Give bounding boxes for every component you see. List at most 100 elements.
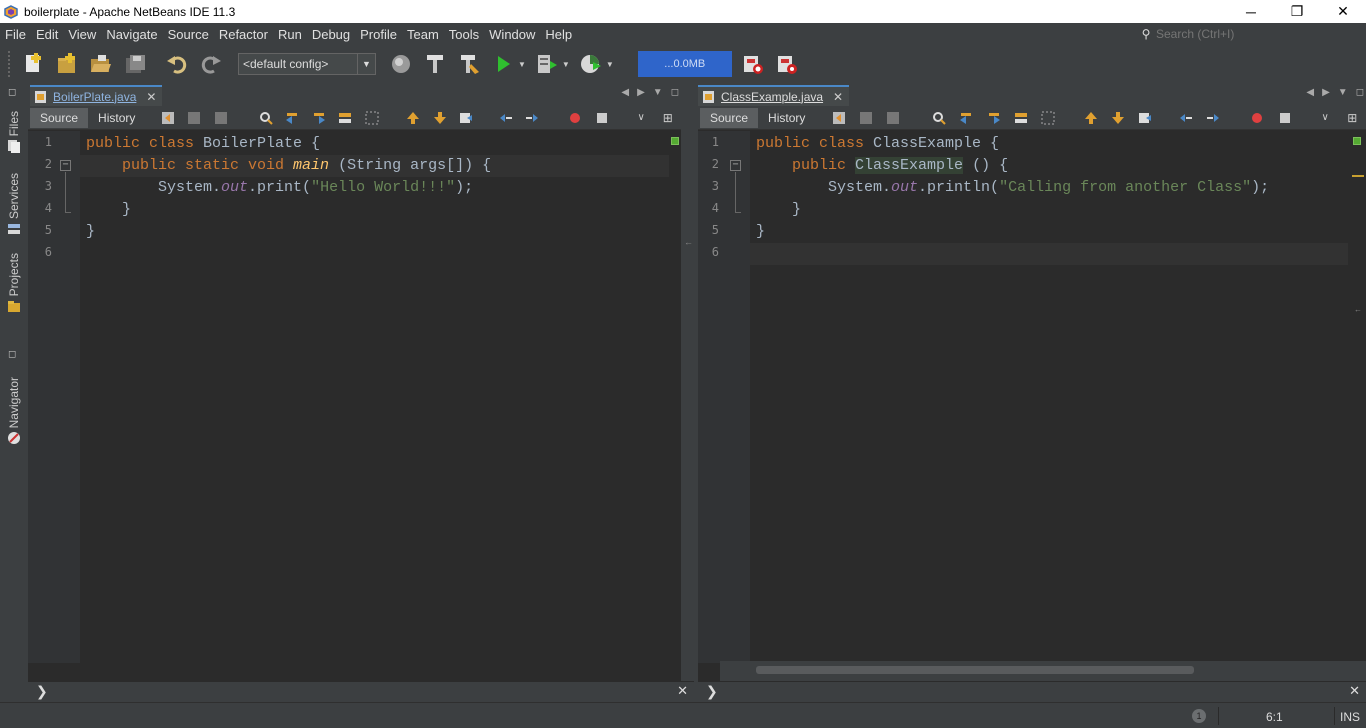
save-all-icon[interactable]: [120, 49, 150, 79]
navigator-tab[interactable]: Navigator: [3, 377, 25, 445]
new-project-icon[interactable]: [52, 49, 82, 79]
history-tab[interactable]: History: [88, 108, 145, 128]
globe-icon[interactable]: [386, 49, 416, 79]
close-window-button[interactable]: ✕: [1320, 0, 1366, 23]
next-bookmark-icon[interactable]: [432, 110, 447, 126]
menu-debug[interactable]: Debug: [307, 27, 355, 42]
find-previous-icon[interactable]: [285, 110, 300, 126]
run-icon[interactable]: [488, 49, 518, 79]
debug-icon[interactable]: [532, 49, 562, 79]
next-bookmark-icon[interactable]: [1110, 110, 1125, 126]
memory-indicator[interactable]: ...0.0MB: [637, 51, 732, 77]
find-selection-icon[interactable]: [932, 110, 947, 126]
source-tab[interactable]: Source: [700, 107, 759, 128]
find-next-icon[interactable]: [986, 110, 1001, 126]
menu-help[interactable]: Help: [540, 27, 577, 42]
editor-splitter[interactable]: ←: [681, 83, 698, 681]
menu-view[interactable]: View: [63, 27, 101, 42]
tab-boilerplate[interactable]: BoilerPlate.java ✕: [30, 85, 163, 106]
horizontal-scrollbar[interactable]: [720, 661, 1366, 681]
show-opened-documents-icon[interactable]: ▼: [653, 87, 663, 98]
history-tab[interactable]: History: [758, 108, 815, 128]
menu-refactor[interactable]: Refactor: [214, 27, 273, 42]
expand-chevron-icon[interactable]: ❯: [706, 683, 718, 700]
shift-right-icon[interactable]: [1205, 110, 1220, 126]
undo-icon[interactable]: [162, 49, 192, 79]
toggle-bookmark-icon[interactable]: [459, 110, 474, 126]
warning-mark[interactable]: [1352, 175, 1364, 177]
build-hammer-icon[interactable]: [420, 49, 450, 79]
shift-left-icon[interactable]: [1178, 110, 1193, 126]
debug-menu-chevron-icon[interactable]: ▼: [562, 60, 570, 69]
stop-macro-icon[interactable]: [595, 110, 610, 126]
menu-edit[interactable]: Edit: [31, 27, 63, 42]
profile-icon[interactable]: [576, 49, 606, 79]
insert-mode[interactable]: INS: [1340, 710, 1360, 724]
shift-right-icon[interactable]: [525, 110, 540, 126]
maximize-window-icon[interactable]: ◻: [1356, 87, 1364, 98]
services-tab[interactable]: Services: [3, 173, 25, 236]
config-dropdown[interactable]: <default config> ▼: [238, 53, 376, 75]
expand-chevron-icon[interactable]: ❯: [36, 683, 48, 700]
show-opened-documents-icon[interactable]: ▼: [1338, 87, 1348, 98]
find-selection-icon[interactable]: [258, 110, 273, 126]
close-output-icon[interactable]: ✕: [677, 683, 688, 699]
close-tab-icon[interactable]: ✕: [833, 90, 843, 104]
find-previous-icon[interactable]: [959, 110, 974, 126]
menu-navigate[interactable]: Navigate: [101, 27, 162, 42]
files-tab[interactable]: Files: [3, 111, 25, 154]
code-area-left[interactable]: public class BoilerPlate { public static…: [80, 131, 669, 663]
menu-source[interactable]: Source: [163, 27, 214, 42]
scroll-right-icon[interactable]: ▶: [1322, 87, 1330, 98]
forward-icon[interactable]: [885, 110, 900, 126]
error-stripe[interactable]: [669, 131, 681, 663]
source-tab[interactable]: Source: [30, 107, 89, 128]
scroll-left-icon[interactable]: ◀: [621, 87, 629, 98]
notifications-badge[interactable]: 1: [1192, 709, 1206, 723]
open-project-icon[interactable]: [86, 49, 116, 79]
scrollbar-thumb[interactable]: [756, 666, 1194, 674]
error-stripe[interactable]: ←: [1348, 131, 1366, 661]
split-icon[interactable]: ⊞: [1345, 110, 1360, 126]
start-macro-icon[interactable]: [1250, 110, 1265, 126]
shift-left-icon[interactable]: [498, 110, 513, 126]
close-tab-icon[interactable]: ✕: [146, 90, 156, 104]
start-macro-icon[interactable]: [568, 110, 583, 126]
menu-run[interactable]: Run: [273, 27, 307, 42]
scroll-right-icon[interactable]: ▶: [637, 87, 645, 98]
previous-bookmark-icon[interactable]: [406, 110, 421, 126]
rectangular-selection-icon[interactable]: [1041, 110, 1056, 126]
profile-menu-chevron-icon[interactable]: ▼: [606, 60, 614, 69]
toggle-highlight-icon[interactable]: [1013, 110, 1028, 126]
previous-bookmark-icon[interactable]: [1083, 110, 1098, 126]
toggle-highlight-icon[interactable]: [338, 110, 353, 126]
rectangular-selection-icon[interactable]: [365, 110, 380, 126]
fold-toggle-icon[interactable]: −: [60, 160, 71, 171]
menu-team[interactable]: Team: [402, 27, 444, 42]
maximize-button[interactable]: ❐: [1274, 0, 1320, 23]
menu-file[interactable]: File: [0, 27, 31, 42]
search-input[interactable]: [1156, 27, 1356, 41]
gc-snapshot-icon[interactable]: [772, 49, 802, 79]
last-edit-icon[interactable]: [831, 110, 846, 126]
projects-tab[interactable]: Projects: [3, 253, 25, 313]
back-icon[interactable]: [187, 110, 202, 126]
clean-build-icon[interactable]: [454, 49, 484, 79]
gc-icon[interactable]: [738, 49, 768, 79]
fold-toggle-icon[interactable]: −: [730, 160, 741, 171]
stop-macro-icon[interactable]: [1277, 110, 1292, 126]
restore-group-2-icon[interactable]: ◻: [8, 349, 16, 360]
split-icon[interactable]: ⊞: [660, 110, 675, 126]
caret-position[interactable]: 6:1: [1266, 710, 1283, 724]
restore-group-icon[interactable]: ◻: [8, 87, 16, 98]
menu-tools[interactable]: Tools: [444, 27, 484, 42]
close-output-icon[interactable]: ✕: [1349, 683, 1360, 699]
code-area-right[interactable]: public class ClassExample { public Class…: [750, 131, 1348, 661]
find-next-icon[interactable]: [312, 110, 327, 126]
maximize-window-icon[interactable]: ◻: [671, 87, 679, 98]
tab-classexample[interactable]: ClassExample.java ✕: [698, 85, 850, 106]
menu-profile[interactable]: Profile: [355, 27, 402, 42]
new-file-icon[interactable]: [18, 49, 48, 79]
back-icon[interactable]: [858, 110, 873, 126]
scroll-left-icon[interactable]: ◀: [1306, 87, 1314, 98]
